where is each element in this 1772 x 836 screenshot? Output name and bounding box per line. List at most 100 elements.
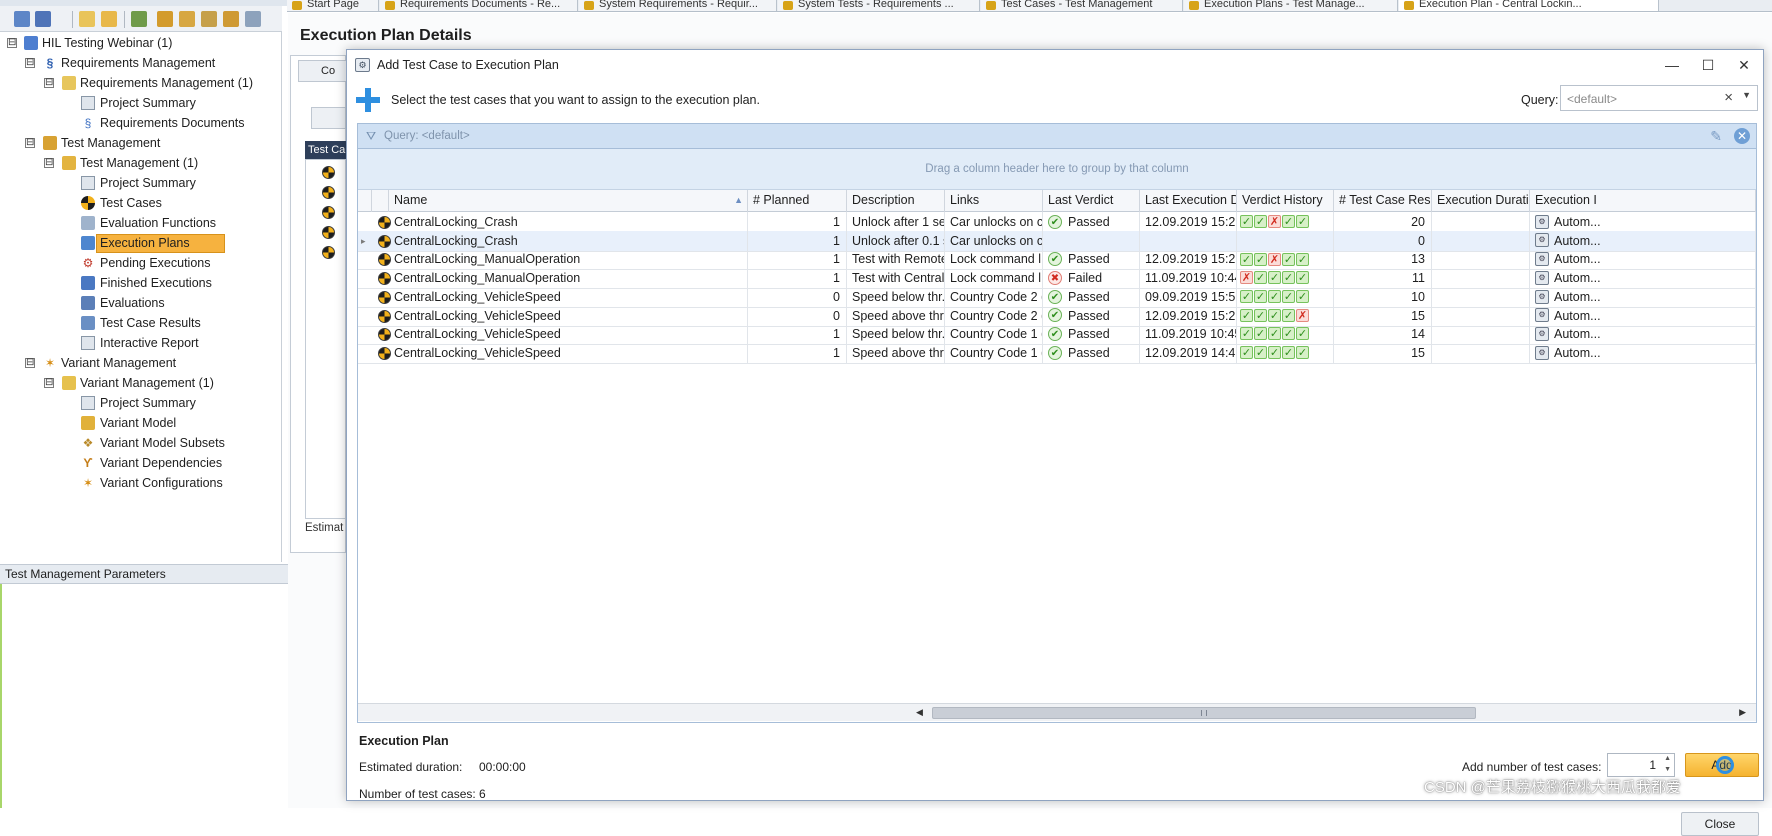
close-button[interactable]: Close <box>1681 812 1759 836</box>
add-count-stepper[interactable]: 1 ▲ ▼ <box>1607 753 1675 777</box>
requirement-icon[interactable] <box>201 11 217 27</box>
chevron-down-icon[interactable]: ▼ <box>1742 90 1751 100</box>
tree-item-project-summary[interactable]: Project Summary <box>0 174 282 193</box>
tree-item-interactive-report[interactable]: Interactive Report <box>0 334 282 353</box>
tree-item-requirements-management[interactable]: ⊟ § Requirements Management <box>0 54 282 73</box>
column-header-last-execution[interactable]: Last Execution D... <box>1140 190 1237 212</box>
column-header-planned[interactable]: # Planned <box>748 190 847 212</box>
tree-item-test-management[interactable]: ⊟ Test Management <box>0 134 282 153</box>
cell-exec: ⚙ Autom... <box>1530 324 1756 345</box>
grid-header-row: Name ▲ # Planned Description Links Last V… <box>358 190 1756 212</box>
verdict-passed-icon: ✓ <box>1296 215 1309 229</box>
sync-icon[interactable] <box>131 11 147 27</box>
cell-description: Unlock after 1 se... <box>847 212 945 232</box>
cell-links: Country Code 2 (... <box>945 305 1043 326</box>
doc-tab-system-tests[interactable]: System Tests - Requirements ... <box>778 0 980 11</box>
collapse-icon[interactable]: ⊟ <box>25 58 35 68</box>
collapse-icon[interactable]: ⊟ <box>44 378 54 388</box>
add-test-case-toolbar-button[interactable] <box>311 107 346 129</box>
query-select[interactable]: <default> × ▼ <box>1560 85 1758 111</box>
tree-item-project-summary[interactable]: Project Summary <box>0 94 282 113</box>
column-header-test-case-results[interactable]: # Test Case Results <box>1334 190 1432 212</box>
collapse-icon[interactable]: ⊟ <box>44 78 54 88</box>
minimize-button[interactable]: — <box>1657 54 1687 76</box>
test-case-icon <box>81 196 95 210</box>
tree-item-requirements-documents[interactable]: § Requirements Documents <box>0 114 282 133</box>
column-header-last-verdict[interactable]: Last Verdict <box>1043 190 1140 212</box>
tree-item-evaluations[interactable]: Evaluations <box>0 294 282 313</box>
verdict-passed-icon: ✓ <box>1240 327 1253 341</box>
tree-item-evaluation-functions[interactable]: Evaluation Functions <box>0 214 282 233</box>
doc-tab-test-cases[interactable]: Test Cases - Test Management <box>981 0 1183 11</box>
scroll-left-icon[interactable]: ◀ <box>916 707 923 718</box>
background-grid-header: Test Ca <box>305 141 346 159</box>
number-of-test-cases-label: Number of test cases: <box>359 787 476 801</box>
cell-name: CentralLocking_VehicleSpeed <box>389 342 748 363</box>
column-header-name[interactable]: Name ▲ <box>389 190 748 212</box>
tree-item-variant-management-1[interactable]: ⊟ Variant Management (1) <box>0 374 282 393</box>
automation-icon: ⚙ <box>1535 345 1549 360</box>
tree-item-execution-plans[interactable]: Execution Plans <box>0 234 282 253</box>
doc-tab-execution-plans[interactable]: Execution Plans - Test Manage... <box>1184 0 1398 11</box>
tree-item-finished-executions[interactable]: Finished Executions <box>0 274 282 293</box>
tree-item-variant-model-subsets[interactable]: ❖ Variant Model Subsets <box>0 434 282 453</box>
summary-icon <box>81 176 95 190</box>
cell-planned: 1 <box>748 230 847 251</box>
tree-item-project-summary[interactable]: Project Summary <box>0 394 282 413</box>
verdict-passed-icon: ✓ <box>1282 252 1295 266</box>
document-icon <box>783 1 793 10</box>
clear-icon[interactable]: × <box>1724 89 1733 106</box>
doc-tab-execution-plan-central-locking[interactable]: Execution Plan - Central Lockin... <box>1399 0 1659 11</box>
check-icon[interactable] <box>245 11 261 27</box>
group-by-area[interactable]: Drag a column header here to group by th… <box>358 149 1756 190</box>
tree-item-hil-testing-webinar[interactable]: ⊟ HIL Testing Webinar (1) <box>0 34 282 53</box>
collapse-icon[interactable]: ⊟ <box>7 38 17 48</box>
details-tab[interactable]: Co <box>298 60 348 82</box>
close-window-button[interactable]: ✕ <box>1729 54 1759 76</box>
evaluation-function-icon <box>81 216 95 230</box>
tree-item-variant-management[interactable]: ⊟ ✶ Variant Management <box>0 354 282 373</box>
doc-tab-requirements-documents[interactable]: Requirements Documents - Re... <box>380 0 578 11</box>
collapse-icon[interactable]: ⊟ <box>44 158 54 168</box>
cell-duration <box>1432 342 1530 363</box>
table-row[interactable]: CentralLocking_VehicleSpeed 1 Speed above … <box>358 342 1756 364</box>
scrollbar-thumb[interactable] <box>932 707 1476 719</box>
passed-icon: ✔ <box>1048 308 1062 323</box>
document-tab-strip: Start Page Requirements Documents - Re..… <box>287 0 1772 12</box>
edit-filter-icon[interactable]: ✎ <box>1710 128 1722 145</box>
tree-item-test-cases[interactable]: Test Cases <box>0 194 282 213</box>
tree-item-test-management-1[interactable]: ⊟ Test Management (1) <box>0 154 282 173</box>
scroll-right-icon[interactable]: ▶ <box>1739 707 1746 718</box>
collapse-icon[interactable]: ⊟ <box>25 358 35 368</box>
horizontal-scrollbar[interactable]: ◀ ▶ <box>358 703 1756 721</box>
column-header-description[interactable]: Description <box>847 190 945 212</box>
project-tree: ⊟ HIL Testing Webinar (1) ⊟ § Requirements … <box>0 32 282 562</box>
filter-icon[interactable] <box>35 11 51 27</box>
tree-item-variant-dependencies[interactable]: ϒ Variant Dependencies <box>0 454 282 473</box>
navigate-icon[interactable] <box>14 11 30 27</box>
new-item-icon[interactable] <box>79 11 95 27</box>
test-icon[interactable] <box>179 11 195 27</box>
tree-item-requirements-management-1[interactable]: ⊟ Requirements Management (1) <box>0 74 282 93</box>
column-header-verdict-history[interactable]: Verdict History <box>1237 190 1334 212</box>
clear-filter-icon[interactable]: ✕ <box>1734 128 1750 144</box>
variant-icon[interactable] <box>157 11 173 27</box>
doc-tab-start-page[interactable]: Start Page <box>287 0 379 11</box>
increment-icon[interactable]: ▲ <box>1664 755 1671 762</box>
collapse-icon[interactable]: ⊟ <box>25 138 35 148</box>
execution-type-text: Autom... <box>1554 252 1601 267</box>
pending-executions-icon: ⚙ <box>82 255 94 270</box>
new-folder-icon[interactable] <box>101 11 117 27</box>
cell-verdict: ✔ Passed <box>1043 212 1140 232</box>
column-header-execution-duration[interactable]: Execution Duration <box>1432 190 1530 212</box>
maximize-button[interactable]: ☐ <box>1693 54 1723 76</box>
column-header-execution-i[interactable]: Execution I <box>1530 190 1756 212</box>
tree-item-test-case-results[interactable]: Test Case Results <box>0 314 282 333</box>
package-icon[interactable] <box>223 11 239 27</box>
column-header-links[interactable]: Links <box>945 190 1043 212</box>
decrement-icon[interactable]: ▼ <box>1664 766 1671 773</box>
tree-item-variant-model[interactable]: Variant Model <box>0 414 282 433</box>
tree-item-variant-configurations[interactable]: ✶ Variant Configurations <box>0 474 282 493</box>
doc-tab-system-requirements[interactable]: System Requirements - Requir... <box>579 0 777 11</box>
tree-item-pending-executions[interactable]: ⚙ Pending Executions <box>0 254 282 273</box>
